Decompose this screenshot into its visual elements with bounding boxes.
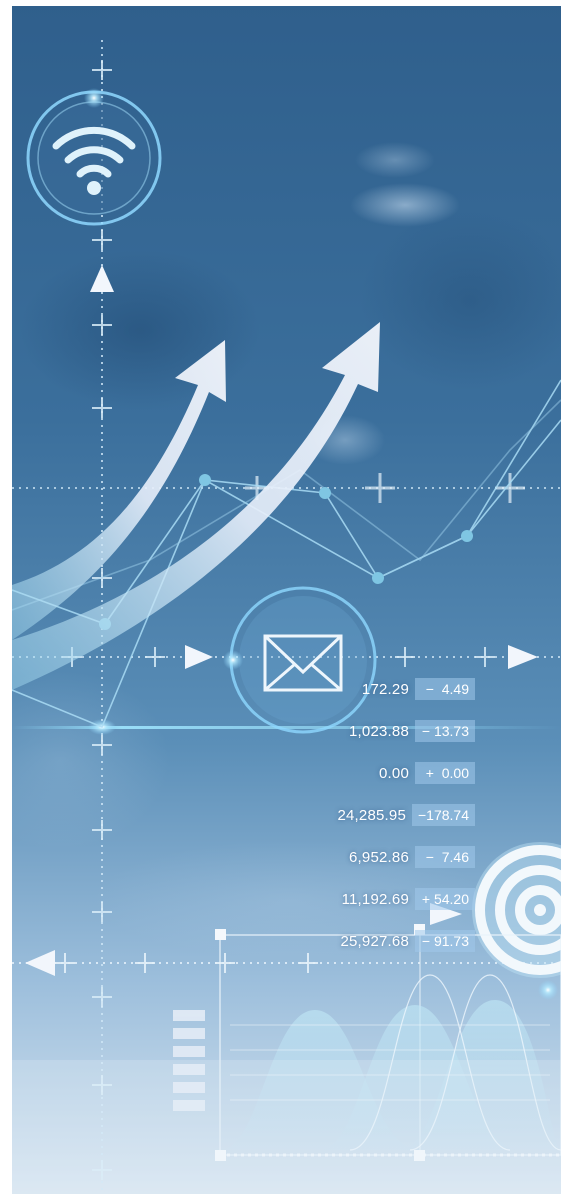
ticker-change: − 7.46 xyxy=(415,846,475,868)
ticker-change: − 4.49 xyxy=(415,678,475,700)
ticker-row: 25,927.68 − 91.73 xyxy=(195,929,475,953)
ticker-value: 11,192.69 xyxy=(341,890,409,908)
ticker-row: 24,285.95 −178.74 xyxy=(195,803,475,827)
ticker-value: 1,023.88 xyxy=(349,722,409,740)
ticker-value: 0.00 xyxy=(379,764,409,782)
ticker-row: 6,952.86 − 7.46 xyxy=(195,845,475,869)
ticker-value: 25,927.68 xyxy=(340,932,409,950)
tech-finance-illustration: 172.29 − 4.49 1,023.88 − 13.73 0.00 + 0.… xyxy=(0,0,573,1200)
ticker-change: + 54.20 xyxy=(415,888,475,910)
ticker-change: + 0.00 xyxy=(415,762,475,784)
ticker-change: −178.74 xyxy=(412,804,475,826)
ticker-row: 1,023.88 − 13.73 xyxy=(195,719,475,743)
background-illustration xyxy=(0,0,573,1200)
ticker-value: 6,952.86 xyxy=(349,848,409,866)
ticker-value: 172.29 xyxy=(361,680,409,698)
ticker-row: 172.29 − 4.49 xyxy=(195,677,475,701)
ticker-row: 11,192.69 + 54.20 xyxy=(195,887,475,911)
ticker-row: 0.00 + 0.00 xyxy=(195,761,475,785)
ticker-value: 24,285.95 xyxy=(337,806,406,824)
ticker-change: − 91.73 xyxy=(415,930,475,952)
ticker-change: − 13.73 xyxy=(415,720,475,742)
